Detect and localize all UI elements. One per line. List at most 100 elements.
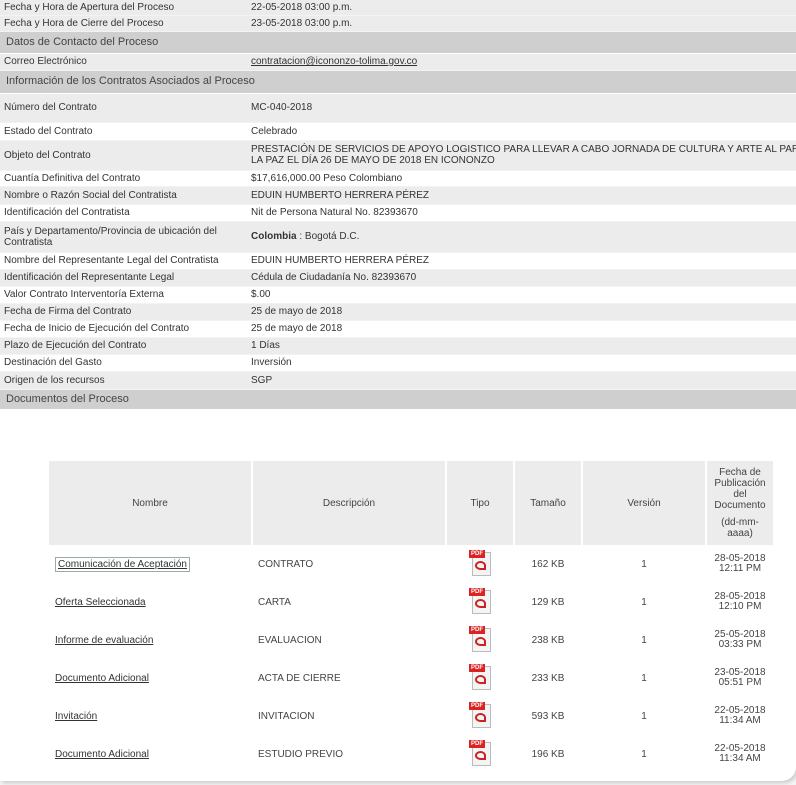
info-row: Estado del Contrato Celebrado: [0, 122, 796, 141]
pdf-file-icon[interactable]: PDF: [469, 739, 491, 766]
row-value: Inversión: [241, 354, 796, 372]
doc-version: 1: [641, 748, 647, 760]
pdf-badge: PDF: [469, 549, 485, 558]
pdf-file-icon[interactable]: PDF: [469, 587, 491, 614]
doc-date-cell: 25-05-2018 03:33 PM: [706, 621, 774, 659]
doc-name-link[interactable]: Oferta Seleccionada: [55, 597, 146, 608]
doc-name-link[interactable]: Informe de evaluación: [55, 635, 153, 646]
pdf-badge: PDF: [469, 663, 485, 672]
row-label: Estado del Contrato: [0, 122, 241, 141]
doc-description: CARTA: [258, 596, 291, 608]
fecha-header-line: Publicación: [714, 478, 766, 489]
doc-description: ACTA DE CIERRE: [258, 672, 341, 684]
doc-description: INVITACION: [258, 710, 315, 722]
pdf-file-icon[interactable]: PDF: [469, 549, 491, 576]
doc-name-link[interactable]: Comunicación de Aceptación: [55, 556, 190, 572]
info-row: Plazo de Ejecución del Contrato 1 Días: [0, 337, 796, 355]
documents-table-wrapper: Nombre Descripción Tipo Tamaño Versión F…: [49, 461, 775, 773]
info-row: Nombre o Razón Social del Contratista ED…: [0, 186, 796, 205]
doc-size: 129 KB: [531, 596, 565, 608]
section-title: Datos de Contacto del Proceso: [0, 31, 796, 54]
doc-date-cell: 22-05-2018 11:34 AM: [706, 697, 774, 735]
doc-time: 11:34 AM: [719, 715, 761, 726]
row-value: SGP: [241, 371, 796, 390]
acrobat-swirl: [475, 636, 486, 646]
doc-time: 03:33 PM: [718, 639, 762, 650]
documents-header-row: Nombre Descripción Tipo Tamaño Versión F…: [49, 461, 775, 545]
row-value: MC-040-2018: [241, 93, 796, 123]
acrobat-swirl: [475, 750, 486, 760]
row-label: Fecha y Hora de Apertura del Proceso: [0, 0, 241, 16]
process-detail-page: Fecha y Hora de Apertura del Proceso 22-…: [0, 0, 796, 781]
doc-description: CONTRATO: [258, 558, 314, 570]
doc-time: 11:34 AM: [719, 753, 761, 764]
col-header-tamano[interactable]: Tamaño: [514, 461, 583, 545]
row-label: Identificación del Representante Legal: [0, 269, 241, 287]
fecha-header-line: (dd-mm-: [721, 517, 759, 528]
doc-date-cell: 22-05-2018 11:34 AM: [706, 735, 774, 773]
doc-name-cell: Documento Adicional: [49, 735, 252, 773]
doc-time: 05:51 PM: [718, 677, 762, 688]
doc-size: 233 KB: [531, 672, 565, 684]
process-info-table: Fecha y Hora de Apertura del Proceso 22-…: [0, 0, 796, 410]
col-header-nombre[interactable]: Nombre: [49, 461, 253, 545]
row-label: Fecha de Inicio de Ejecución del Contrat…: [0, 320, 241, 338]
row-value: EDUIN HUMBERTO HERRERA PÉREZ: [241, 186, 796, 205]
info-row: Cuantía Definitiva del Contrato $17,616,…: [0, 170, 796, 187]
pdf-file-icon[interactable]: PDF: [469, 663, 491, 690]
pdf-file-icon[interactable]: PDF: [469, 701, 491, 728]
row-value: Colombia : Bogotá D.C.: [241, 221, 796, 253]
info-row: Fecha y Hora de Apertura del Proceso 22-…: [0, 0, 796, 16]
row-label: Destinación del Gasto: [0, 354, 241, 372]
country-value: Colombia: [251, 231, 297, 242]
doc-type-cell: PDF: [446, 545, 514, 583]
doc-type-cell: PDF: [446, 583, 514, 621]
doc-version: 1: [641, 710, 647, 722]
doc-version: 1: [641, 634, 647, 646]
col-header-version[interactable]: Versión: [582, 461, 707, 545]
doc-time: 12:10 PM: [718, 601, 762, 612]
info-row: Objeto del Contrato PRESTACIÓN DE SERVIC…: [0, 140, 796, 171]
row-label: País y Departamento/Provincia de ubicaci…: [0, 221, 241, 253]
doc-date-cell: 28-05-2018 12:10 PM: [706, 583, 774, 621]
row-label: Nombre del Representante Legal del Contr…: [0, 252, 241, 270]
col-header-tipo[interactable]: Tipo: [446, 461, 515, 545]
doc-name-cell: Documento Adicional: [49, 659, 252, 697]
row-label: Origen de los recursos: [0, 371, 241, 390]
section-header-documentos: Documentos del Proceso: [0, 389, 796, 410]
pdf-badge: PDF: [469, 625, 485, 634]
doc-name-cell: Comunicación de Aceptación: [49, 545, 252, 583]
row-label: Identificación del Contratista: [0, 204, 241, 222]
doc-name-link[interactable]: Invitación: [55, 711, 97, 722]
documents-body: Comunicación de Aceptación CONTRATO PDF …: [49, 545, 774, 773]
row-label: Fecha y Hora de Cierre del Proceso: [0, 15, 241, 32]
doc-size: 196 KB: [531, 748, 565, 760]
acrobat-swirl: [475, 598, 486, 608]
doc-date-cell: 23-05-2018 05:51 PM: [706, 659, 774, 697]
row-value: $.00: [241, 286, 796, 304]
row-value: PRESTACIÓN DE SERVICIOS DE APOYO LOGISTI…: [241, 140, 796, 171]
info-row: Identificación del Representante Legal C…: [0, 269, 796, 287]
row-value: contratacion@icononzo-tolima.gov.co: [241, 53, 796, 71]
acrobat-swirl: [475, 674, 486, 684]
doc-version: 1: [641, 672, 647, 684]
doc-name-link[interactable]: Documento Adicional: [55, 749, 149, 760]
document-row: Invitación INVITACION PDF 593 KB 1 22-05…: [49, 697, 774, 735]
pdf-badge: PDF: [469, 587, 485, 596]
fecha-header-line: aaaa): [727, 528, 753, 539]
pdf-file-icon[interactable]: PDF: [469, 625, 491, 652]
doc-description: EVALUACION: [258, 634, 322, 646]
info-row: Fecha de Firma del Contrato 25 de mayo d…: [0, 303, 796, 321]
row-label: Correo Electrónico: [0, 53, 241, 71]
doc-name-link[interactable]: Documento Adicional: [55, 673, 149, 684]
doc-name-cell: Informe de evaluación: [49, 621, 252, 659]
row-value: 23-05-2018 03:00 p.m.: [241, 15, 796, 32]
pdf-badge: PDF: [469, 701, 485, 710]
doc-name-cell: Invitación: [49, 697, 252, 735]
col-header-fecha[interactable]: Fecha de Publicación del Documento (dd-m…: [706, 461, 775, 545]
row-value: 22-05-2018 03:00 p.m.: [241, 0, 796, 16]
row-label: Plazo de Ejecución del Contrato: [0, 337, 241, 355]
col-header-descripcion[interactable]: Descripción: [252, 461, 447, 545]
info-row: Correo Electrónico contratacion@icononzo…: [0, 53, 796, 71]
email-link[interactable]: contratacion@icononzo-tolima.gov.co: [251, 56, 417, 67]
